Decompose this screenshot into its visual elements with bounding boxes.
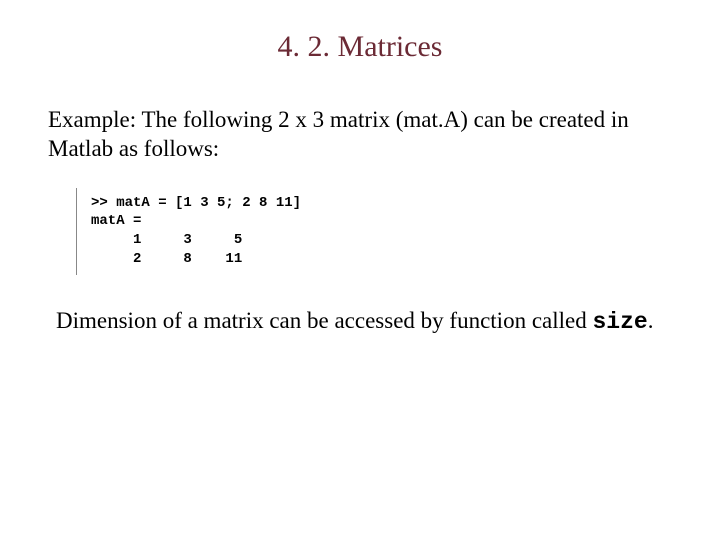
intro-paragraph: Example: The following 2 x 3 matrix (mat… bbox=[48, 106, 672, 164]
size-keyword: size bbox=[592, 309, 647, 335]
code-matrix-row-1: 1 3 5 bbox=[91, 231, 672, 250]
matlab-code-block: >> matA = [1 3 5; 2 8 11] matA = 1 3 5 2… bbox=[76, 188, 672, 276]
closing-text-prefix: Dimension of a matrix can be accessed by… bbox=[56, 308, 592, 333]
closing-text-suffix: . bbox=[648, 308, 654, 333]
closing-paragraph: Dimension of a matrix can be accessed by… bbox=[48, 307, 672, 337]
slide-content: 4. 2. Matrices Example: The following 2 … bbox=[0, 0, 720, 337]
code-output-header: matA = bbox=[91, 212, 672, 231]
slide-title: 4. 2. Matrices bbox=[48, 30, 672, 64]
code-matrix-row-2: 2 8 11 bbox=[91, 250, 672, 269]
code-input-line: >> matA = [1 3 5; 2 8 11] bbox=[91, 194, 672, 213]
